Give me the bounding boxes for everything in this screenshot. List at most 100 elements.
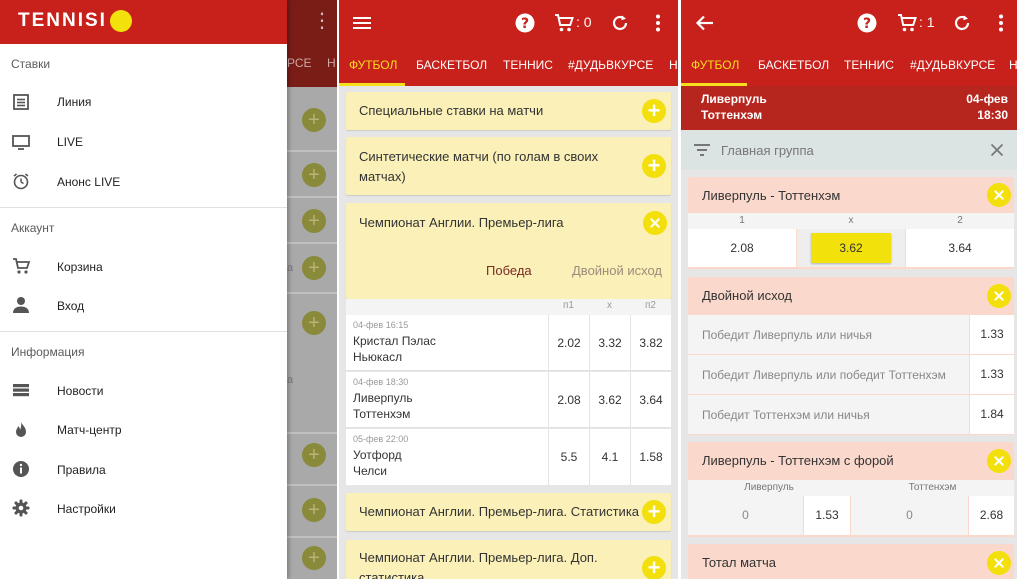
section-label: Аккаунт [11,221,55,235]
section-label: Ставки [11,57,51,71]
menu-item-label: Правила [57,463,106,477]
odd-home[interactable]: 2.02 [548,315,589,371]
odd-away[interactable]: 3.82 [630,315,671,371]
expand-plus-icon[interactable]: + [642,99,666,123]
category-card[interactable]: Специальные ставки на матчи + [346,92,671,130]
handicap-odd[interactable]: 1.53 [804,496,850,535]
tab-tennis[interactable]: ТЕННИС [503,58,553,72]
cart-icon[interactable] [896,12,918,34]
group-filter-bar[interactable]: Главная группа [681,130,1017,170]
away-team: Ньюкасл [353,350,403,364]
tab-tennis[interactable]: ТЕННИС [844,58,894,72]
tab-basketball[interactable]: БАСКЕТБОЛ [758,58,829,72]
outcome-odd[interactable]: 1.33 [970,355,1014,394]
overflow-menu-icon[interactable] [647,12,669,34]
collapse-close-icon[interactable] [987,183,1011,207]
menu-item-label: Корзина [57,260,103,274]
obscured-tab: Н [327,56,336,70]
cart-count: : 0 [576,14,592,30]
help-icon[interactable]: ? [514,12,536,34]
category-title-line: Чемпионат Англии. Премьер-лига. Доп. [359,550,598,565]
tab-football[interactable]: ФУТБОЛ [349,58,397,72]
refresh-icon[interactable] [609,12,631,34]
category-card-expanded[interactable]: Чемпионат Англии. Премьер-лига Победа Дв… [346,203,671,299]
expand-plus-icon[interactable]: + [642,556,666,579]
category-card[interactable]: Синтетические матчи (по голам в своих ма… [346,137,671,195]
odd-draw-selected[interactable]: 3.62 [811,233,891,263]
news-icon [13,384,29,397]
divider [287,432,337,434]
hamburger-menu-icon[interactable] [351,12,373,34]
obscured-tab: РСЕ [287,56,312,70]
plus-icon: + [302,311,326,335]
column-head: п1 [563,300,574,311]
collapse-close-icon[interactable] [643,211,667,235]
tab-basketball[interactable]: БАСКЕТБОЛ [416,58,487,72]
tab-more[interactable]: Н [1009,58,1017,72]
odd-home[interactable]: 5.5 [548,429,589,485]
match-time: 18:30 [977,108,1008,122]
divider [287,150,337,152]
match-row[interactable]: 04-фев 16:15 Кристал Пэлас Ньюкасл 2.02 … [346,315,671,371]
collapse-close-icon[interactable] [987,449,1011,473]
collapse-close-icon[interactable] [987,284,1011,308]
tab-more[interactable]: Н [669,58,678,72]
info-icon [13,461,29,477]
menu-item-label: Настройки [57,502,116,516]
menu-item-label: Анонс LIVE [57,175,121,189]
divider [0,331,287,332]
category-card[interactable]: Чемпионат Англии. Премьер-лига. Доп. ста… [346,540,671,579]
odd-home[interactable]: 2.08 [548,372,589,428]
expand-plus-icon[interactable]: + [642,154,666,178]
subtab-double-chance[interactable]: Двойной исход [572,263,671,279]
column-head: п2 [645,300,656,311]
odd-draw[interactable]: 3.32 [589,315,630,371]
tab-dudvkurse[interactable]: #ДУДЬВКУРСЕ [568,58,653,72]
odd-draw[interactable]: 4.1 [589,429,630,485]
divider [287,242,337,244]
help-icon[interactable]: ? [856,12,878,34]
away-team: Тоттенхэм [701,108,763,122]
subtab-win[interactable]: Победа [486,263,532,279]
column-head: Тоттенхэм [908,482,957,493]
gear-icon [12,499,30,517]
outcome-odd[interactable]: 1.33 [970,315,1014,354]
column-head: 2 [957,215,963,226]
odd-away[interactable]: 1.58 [630,429,671,485]
category-card[interactable]: Чемпионат Англии. Премьер-лига. Статисти… [346,493,671,531]
tab-football[interactable]: ФУТБОЛ [691,58,739,72]
match-row[interactable]: 04-фев 18:30 Ливерпуль Тоттенхэм 2.08 3.… [346,372,671,428]
plus-icon: + [302,209,326,233]
alarm-clock-icon [13,173,29,190]
menu-item-label: Вход [57,299,85,313]
divider [287,536,337,538]
screen-football-line: ? : 0 ФУТБОЛ БАСКЕТБОЛ ТЕННИС #ДУДЬВКУРС… [339,0,678,579]
refresh-icon[interactable] [951,12,973,34]
market-title: Ливерпуль - Тоттенхэм с форой [702,453,894,468]
handicap-odd[interactable]: 2.68 [969,496,1014,535]
overflow-menu-icon[interactable] [990,12,1012,34]
outcome-odd[interactable]: 1.84 [970,395,1014,434]
collapse-close-icon[interactable] [987,551,1011,575]
odd-home[interactable]: 2.08 [688,229,796,267]
column-head: х [848,215,854,226]
odd-draw-cell[interactable]: 3.62 [797,229,905,267]
plus-icon: + [302,498,326,522]
outcome-label: Победит Ливерпуль или победит Тоттенхэм [702,368,946,382]
expand-plus-icon[interactable]: + [642,500,666,524]
cart-count: : 1 [919,14,935,30]
odd-draw[interactable]: 3.62 [589,372,630,428]
tab-dudvkurse[interactable]: #ДУДЬВКУРСЕ [910,58,995,72]
odd-away[interactable]: 3.64 [630,372,671,428]
odd-away[interactable]: 3.64 [906,229,1014,267]
divider [0,207,287,208]
tennis-ball-icon [110,10,132,32]
back-arrow-icon[interactable] [694,12,716,34]
cart-icon[interactable] [553,12,575,34]
app-bar: ? : 0 ФУТБОЛ БАСКЕТБОЛ ТЕННИС #ДУДЬВКУРС… [339,0,678,86]
market-title: Ливерпуль - Тоттенхэм [702,188,841,203]
cart-icon [13,258,31,274]
match-row[interactable]: 05-фев 22:00 Уотфорд Челси 5.5 4.1 1.58 [346,429,671,485]
obscured-text: а [287,262,294,274]
close-icon[interactable] [990,143,1004,157]
